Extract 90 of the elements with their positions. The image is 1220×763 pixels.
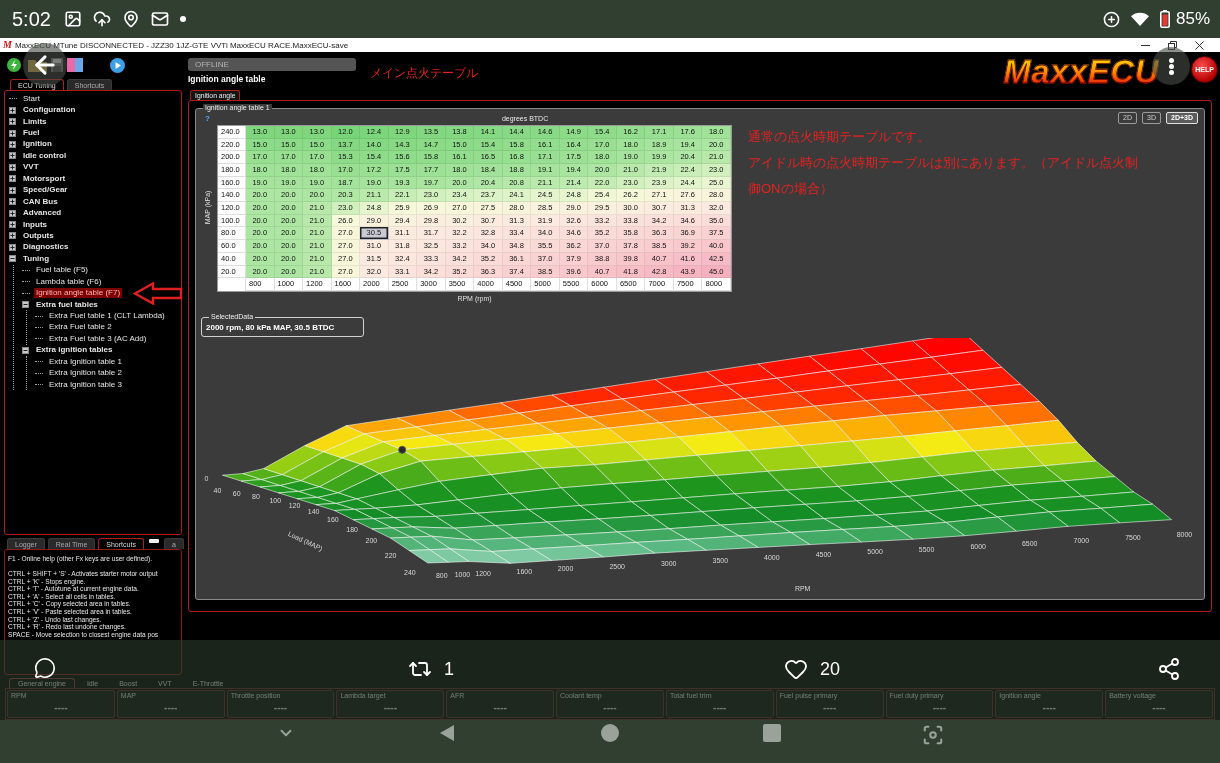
tree-item[interactable]: Extra Ignition table 1	[47, 356, 124, 367]
like-count: 20	[820, 658, 841, 681]
tree-item[interactable]: Extra Fuel table 1 (CLT Lambda)	[47, 311, 167, 322]
restore-button[interactable]	[1168, 40, 1177, 50]
tree-item[interactable]: Idle control	[21, 150, 69, 161]
annotation-text: アイドル時の点火時期テーブルは別にあります。（アイドル点火制御ONの場合）	[748, 153, 1139, 198]
dot-icon	[179, 16, 186, 22]
tree-item[interactable]: Motorsport	[21, 173, 68, 184]
help-mark[interactable]: ?	[205, 113, 210, 123]
page-title: Ignition angle table	[188, 74, 267, 84]
tree-item[interactable]: CAN Bus	[21, 196, 60, 207]
save-icon[interactable]	[51, 58, 63, 72]
tree-item[interactable]: Fuel	[21, 128, 42, 139]
image-icon	[63, 10, 82, 28]
gauge-value: ----	[383, 703, 397, 713]
tree-item[interactable]: Configuration	[21, 105, 78, 116]
circle-plus-icon	[1102, 10, 1120, 28]
tree-item[interactable]: Advanced	[21, 208, 64, 219]
gauge-value: ----	[932, 703, 947, 713]
plus-box-icon[interactable]	[9, 186, 16, 194]
heart-icon[interactable]	[784, 657, 808, 681]
battery-icon	[1159, 10, 1170, 28]
gauge-value: ----	[1152, 703, 1166, 713]
tree-item[interactable]: Inputs	[21, 219, 49, 230]
plus-box-icon[interactable]	[9, 198, 16, 206]
plus-box-icon[interactable]	[9, 221, 16, 229]
connection-status-bar: OFFLINE	[188, 58, 356, 71]
scroll-thumb[interactable]	[148, 539, 160, 543]
gauge-value: ----	[603, 703, 617, 713]
mail-icon	[150, 10, 169, 28]
plus-box-icon[interactable]	[9, 118, 16, 126]
tree-item[interactable]: Extra Fuel table 3 (AC Add)	[47, 333, 149, 344]
plus-box-icon[interactable]	[9, 140, 16, 148]
tree-item[interactable]: Lambda table (F6)	[34, 276, 104, 287]
location-pin-icon	[121, 10, 140, 28]
lightning-icon[interactable]	[7, 58, 21, 72]
tree-item[interactable]: Extra ignition tables	[34, 345, 115, 356]
tree-item[interactable]: Extra Fuel table 2	[47, 322, 114, 333]
plus-box-icon[interactable]	[9, 175, 16, 183]
tree-item[interactable]: Outputs	[21, 230, 56, 241]
selected-data-text: 2000 rpm, 80 kPa MAP, 30.5 BTDC	[206, 323, 335, 333]
selected-point-marker	[398, 445, 407, 454]
tree-item[interactable]: Diagnostics	[21, 242, 71, 253]
home-circle-icon[interactable]	[601, 724, 619, 742]
wifi-icon	[1130, 12, 1149, 26]
tree-item[interactable]: Fuel table (F5)	[34, 265, 91, 276]
plus-box-icon[interactable]	[9, 106, 16, 114]
play-icon[interactable]	[110, 57, 125, 73]
gauge-value: ----	[822, 703, 837, 713]
cloud-icon	[92, 10, 111, 28]
tree-item[interactable]: Tuning	[21, 253, 52, 264]
close-button[interactable]	[1195, 40, 1204, 50]
annotation-text: 通常の点火時期テーブルです。	[748, 127, 931, 146]
tree-item[interactable]: Extra Ignition table 2	[47, 368, 124, 379]
minus-box-icon[interactable]	[22, 301, 29, 309]
tree-item[interactable]: Start	[21, 93, 42, 104]
tree-item[interactable]: Extra Ignition table 3	[47, 379, 124, 390]
gauge-value: ----	[273, 703, 288, 713]
minus-box-icon[interactable]	[22, 346, 29, 354]
plus-box-icon[interactable]	[9, 152, 16, 160]
tree-item[interactable]: Speed/Gear	[21, 185, 70, 196]
screenshot-icon[interactable]	[922, 724, 944, 746]
gauge-value: ----	[54, 703, 68, 713]
minus-box-icon[interactable]	[9, 255, 16, 263]
gauge-value: ----	[713, 703, 727, 713]
status-time: 5:02	[12, 7, 51, 31]
annotation-text: メイン点火テーブル	[370, 66, 478, 80]
repost-count: 1	[444, 658, 454, 681]
left-arrow-icon	[133, 282, 183, 305]
plus-box-icon[interactable]	[9, 209, 16, 217]
window-title: MaxxECU MTune DISCONNECTED - JZZ30 1JZ-GTE VVTi MaxxECU RACE.MaxxECU-save	[14, 40, 349, 50]
battery-percent: 85%	[1175, 9, 1210, 29]
tiles-icon[interactable]	[67, 58, 83, 72]
plus-box-icon[interactable]	[9, 129, 16, 137]
back-triangle-icon[interactable]	[438, 724, 456, 742]
tree-item[interactable]: Limits	[21, 116, 49, 127]
gauge-value: ----	[493, 703, 507, 713]
plus-box-icon[interactable]	[9, 163, 16, 171]
share-icon[interactable]	[1157, 657, 1182, 681]
more-vertical-icon	[1168, 57, 1174, 75]
plus-box-icon[interactable]	[9, 243, 16, 251]
gauge-value: ----	[164, 703, 178, 713]
tree-item[interactable]: Ignition	[21, 139, 54, 150]
speech-bubble-icon[interactable]	[34, 657, 56, 679]
gauge-value: ----	[1042, 703, 1056, 713]
tree-item[interactable]: VVT	[21, 162, 41, 173]
tree-item[interactable]: Extra fuel tables	[34, 299, 100, 310]
tree-item[interactable]: Ignition angle table (F7)	[34, 288, 123, 299]
plus-box-icon[interactable]	[9, 232, 16, 240]
app-logo-letter: M	[3, 40, 12, 50]
